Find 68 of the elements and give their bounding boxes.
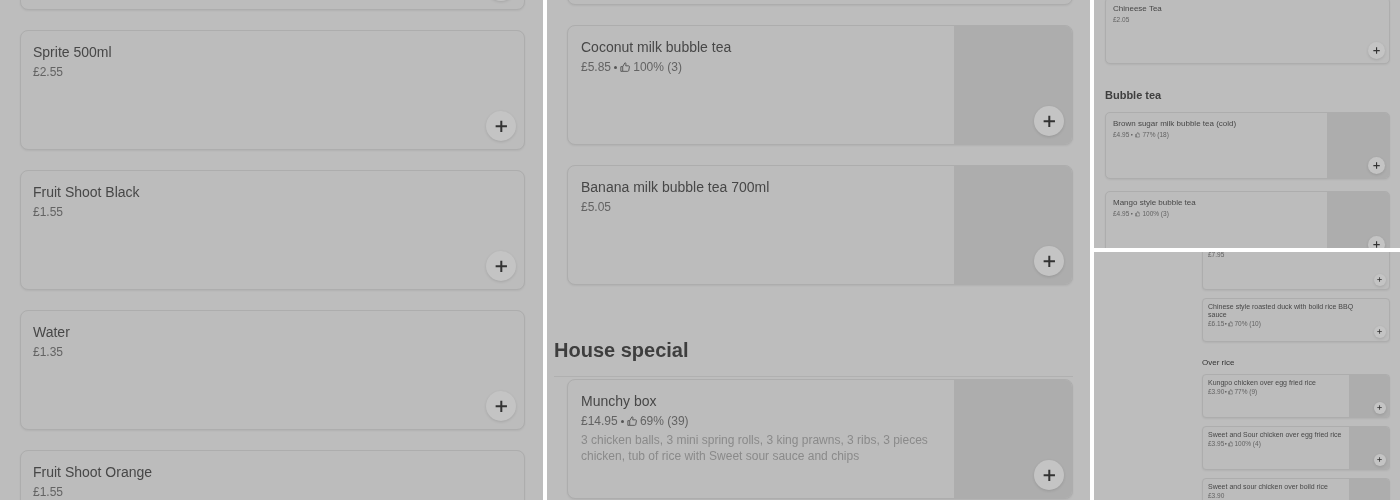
separator-dot-icon <box>1225 391 1227 393</box>
item-name: Brown sugar milk bubble tea (cold) <box>1113 119 1237 129</box>
item-name: Fruit Shoot Black <box>33 183 140 201</box>
thumbs-up-icon <box>626 415 637 427</box>
plus-icon <box>1377 457 1383 463</box>
menu-item-card[interactable]: Fruit Shoot Black £1.55 <box>20 170 525 290</box>
item-price: £1.55 <box>33 484 64 500</box>
section-heading: Bubble tea <box>1105 88 1163 102</box>
item-name: Chineese Tea <box>1113 4 1162 14</box>
thumbs-up-icon <box>1134 211 1141 217</box>
add-button[interactable] <box>1368 42 1385 59</box>
item-name: Mango style bubble tea <box>1113 198 1196 208</box>
menu-item-card[interactable]: Fruit Shoot Orange £1.55 <box>20 450 525 500</box>
separator-dot-icon <box>1225 443 1227 445</box>
separator-dot-icon <box>1131 134 1133 136</box>
item-name: Banana milk bubble tea 700ml <box>581 178 770 196</box>
item-rating: 69% (39) <box>639 413 689 429</box>
menu-item-card[interactable]: Banana milk bubble tea 700ml £5.05 <box>567 165 1073 285</box>
item-rating: 100% (3) <box>633 59 682 75</box>
plus-icon <box>1377 277 1383 283</box>
add-button[interactable] <box>486 111 516 141</box>
item-name: Coconut milk bubble tea <box>581 38 732 56</box>
plus-icon <box>1372 240 1381 248</box>
separator-dot-icon <box>1225 323 1227 325</box>
item-price: £2.55 <box>33 64 64 80</box>
plus-icon <box>494 399 508 413</box>
separator-dot-icon <box>614 65 618 69</box>
plus-icon <box>1042 468 1056 482</box>
menu-item-card[interactable]: Sprite 500ml £2.55 <box>20 30 525 150</box>
plus-icon <box>1372 161 1381 170</box>
add-button[interactable] <box>486 251 516 281</box>
add-button[interactable] <box>1368 236 1385 248</box>
add-button[interactable] <box>1374 454 1386 466</box>
add-button[interactable] <box>1034 246 1064 276</box>
thumbs-up-icon <box>620 61 631 73</box>
plus-icon <box>494 119 508 133</box>
plus-icon <box>1372 46 1381 55</box>
thumbs-up-icon <box>1227 321 1234 327</box>
item-name: Sprite 500ml <box>33 43 112 61</box>
add-button[interactable] <box>1034 106 1064 136</box>
separator-dot-icon <box>620 419 624 423</box>
plus-icon <box>1042 114 1056 128</box>
item-price: £1.35 <box>33 344 64 360</box>
plus-icon <box>1377 329 1383 335</box>
plus-icon <box>494 259 508 273</box>
thumbs-up-icon <box>1134 132 1141 138</box>
add-button[interactable] <box>1374 326 1386 338</box>
plus-icon <box>1377 405 1383 411</box>
section-heading: Over rice <box>1202 358 1236 368</box>
item-price: £5.05 <box>581 199 612 215</box>
item-name: Water <box>33 323 70 341</box>
item-price: £5.85 <box>581 59 612 75</box>
section-heading: House special <box>554 337 1073 377</box>
add-button[interactable] <box>486 391 516 421</box>
thumbs-up-icon <box>1227 441 1234 447</box>
item-price: £1.55 <box>33 204 64 220</box>
thumbs-up-icon <box>1227 389 1234 395</box>
plus-icon <box>1042 254 1056 268</box>
add-button[interactable] <box>1368 157 1385 174</box>
separator-dot-icon <box>1131 213 1133 215</box>
menu-item-card[interactable]: Water £1.35 <box>20 310 525 430</box>
add-button[interactable] <box>1034 460 1064 490</box>
menu-item-card[interactable]: Coconut milk bubble tea £5.85 100% (3) <box>567 25 1073 145</box>
item-name: Munchy box <box>581 392 657 410</box>
item-name: Fruit Shoot Orange <box>33 463 153 481</box>
add-button[interactable] <box>1374 274 1386 286</box>
add-button[interactable] <box>1374 402 1386 414</box>
item-price: £14.95 <box>581 413 618 429</box>
